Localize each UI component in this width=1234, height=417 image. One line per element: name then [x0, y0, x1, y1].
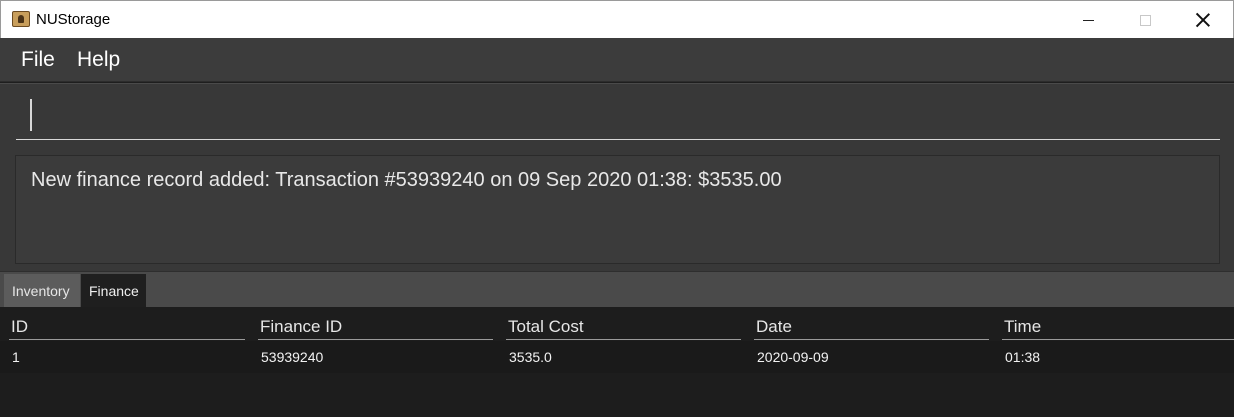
maximize-button[interactable]: [1116, 1, 1174, 39]
column-divider: [1002, 339, 1234, 340]
title-bar: NUStorage: [0, 0, 1234, 38]
column-header-id[interactable]: ID: [11, 317, 28, 337]
menu-bar: File Help: [0, 38, 1234, 82]
cell-date: 2020-09-09: [757, 349, 829, 365]
table-row[interactable]: [0, 341, 1234, 373]
close-button[interactable]: [1174, 1, 1232, 39]
app-icon: [12, 11, 30, 27]
result-message: New finance record added: Transaction #5…: [31, 169, 782, 191]
cell-time: 01:38: [1005, 349, 1041, 365]
column-divider: [258, 339, 493, 340]
finance-table: ID Finance ID Total Cost Date Time 1 539…: [0, 307, 1234, 417]
command-input[interactable]: [16, 89, 1220, 140]
column-header-finance-id[interactable]: Finance ID: [260, 317, 342, 337]
column-divider: [506, 339, 741, 340]
result-display: New finance record added: Transaction #5…: [15, 155, 1220, 264]
command-box-panel: [0, 83, 1234, 147]
column-header-date[interactable]: Date: [756, 317, 792, 337]
column-header-total-cost[interactable]: Total Cost: [508, 317, 584, 337]
minimize-button[interactable]: [1059, 1, 1117, 39]
maximize-icon: [1139, 14, 1151, 26]
minimize-icon: [1082, 19, 1094, 21]
column-divider: [754, 339, 989, 340]
tab-finance[interactable]: Finance: [81, 274, 146, 308]
column-header-time[interactable]: Time: [1004, 317, 1041, 337]
window-title: NUStorage: [36, 11, 111, 28]
column-divider: [9, 339, 245, 340]
menu-help[interactable]: Help: [77, 48, 120, 72]
cell-total-cost: 3535.0: [509, 349, 552, 365]
cell-id: 1: [12, 349, 20, 365]
tab-bar: Inventory Finance: [0, 271, 1234, 308]
result-display-panel: New finance record added: Transaction #5…: [0, 147, 1234, 271]
menu-file[interactable]: File: [21, 48, 55, 72]
tab-inventory[interactable]: Inventory: [4, 274, 80, 308]
close-icon: [1196, 13, 1210, 27]
text-caret: [30, 99, 32, 131]
cell-finance-id: 53939240: [261, 349, 324, 365]
